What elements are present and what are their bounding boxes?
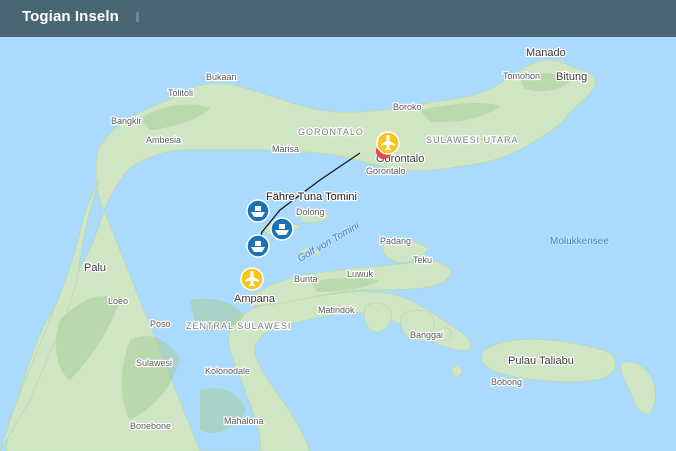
label-pulau-taliabu: Pulau Taliabu: [508, 355, 574, 367]
label-bukaan: Bukaan: [206, 72, 237, 82]
label-ampana: Ampana: [234, 293, 276, 305]
label-tolitoli: Tolitoli: [168, 88, 193, 98]
label-tomohon: Tomohon: [503, 71, 540, 81]
ferry-marker-3[interactable]: [246, 234, 270, 258]
label-bunta: Bunta: [294, 274, 318, 284]
label-boroko: Boroko: [393, 102, 422, 112]
label-bitung: Bitung: [556, 71, 587, 83]
ferry-marker-1[interactable]: [246, 199, 270, 223]
label-banggai: Banggai: [410, 330, 443, 340]
label-poso: Poso: [150, 319, 171, 329]
label-bonebone: Bonebone: [130, 421, 171, 431]
label-dolong: Dolong: [296, 207, 325, 217]
label-faehre: Fähre Tuna Tomini: [266, 191, 357, 203]
title-divider: [136, 12, 139, 22]
map-canvas[interactable]: Manado Bitung Tomohon Bukaan Tolitoli Bo…: [0, 37, 676, 451]
label-sulawesi: Sulawesi: [136, 358, 172, 368]
label-gorontalo-region: GORONTALO: [298, 127, 364, 137]
label-luwuk: Luwuk: [347, 269, 374, 279]
land-small-isle: [451, 365, 463, 377]
label-palu: Palu: [84, 262, 106, 274]
label-mahalona: Mahalona: [224, 416, 264, 426]
label-gorontalo-airport: Gorontalo: [366, 166, 406, 176]
header-bar: Togian Inseln: [0, 0, 676, 37]
label-sulawesi-utara: SULAWESI UTARA: [426, 135, 519, 145]
airport-marker-gorontalo[interactable]: [376, 131, 400, 155]
label-kolonodale: Kolonodale: [205, 366, 250, 376]
page-title: Togian Inseln: [22, 8, 119, 25]
app-root: Togian Inseln Manado Bitung Tomohon Buka…: [0, 0, 676, 451]
label-molukkensee: Molukkensee: [550, 236, 609, 247]
label-bangkir: Bangkir: [111, 116, 142, 126]
label-marisa: Marisa: [272, 144, 299, 154]
airport-marker-ampana[interactable]: [240, 267, 264, 291]
label-ambesia: Ambesia: [146, 135, 181, 145]
label-zentral: ZENTRAL SULAWESI: [186, 321, 291, 331]
label-bobong: Bobong: [491, 377, 522, 387]
label-matindok: Matindok: [318, 305, 355, 315]
label-loeo: Loeo: [108, 296, 128, 306]
ferry-marker-2[interactable]: [270, 217, 294, 241]
label-padang: Padang: [380, 236, 411, 246]
label-teku: Teku: [413, 255, 432, 265]
label-manado: Manado: [526, 47, 566, 59]
